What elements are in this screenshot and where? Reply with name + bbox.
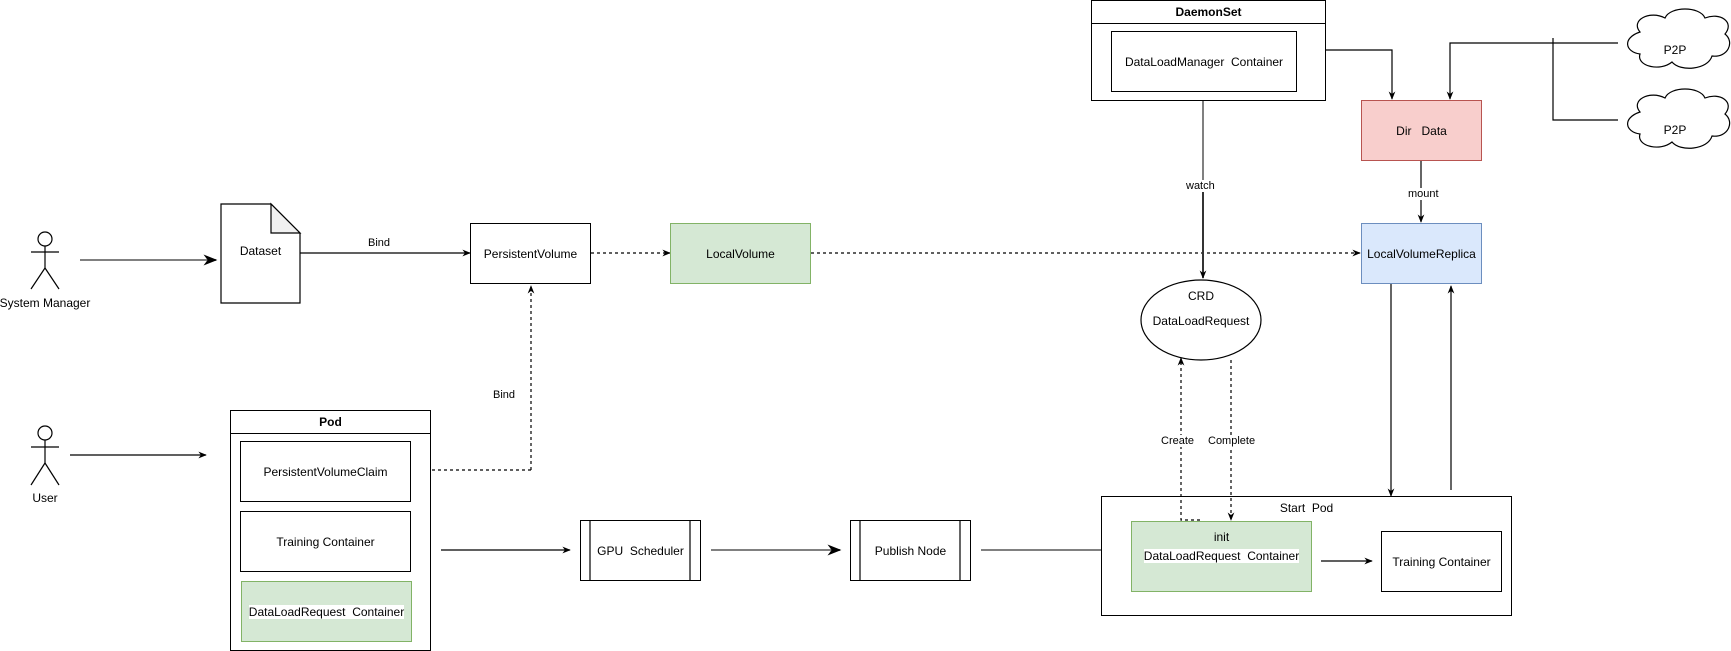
pod-training-container-label: Training Container <box>276 534 375 549</box>
bind-label-dataset-pv: Bind <box>368 237 391 249</box>
dataloadmanager-container-node[interactable]: DataLoadManager Container <box>1111 31 1297 92</box>
p2p-label-2: P2P <box>1663 123 1687 137</box>
watch-label: watch <box>1186 180 1215 192</box>
actor-system-manager-icon <box>30 231 60 290</box>
edge-daemonset-dirdata <box>1326 49 1396 100</box>
mount-label: mount <box>1408 188 1439 200</box>
pod-dataloadrequest-container-node[interactable]: DataLoadRequest Container <box>241 581 412 642</box>
pod-dataloadrequest-container-label: DataLoadRequest Container <box>248 604 405 619</box>
init-dataloadrequest-container-node[interactable]: init DataLoadRequest Container <box>1131 521 1312 592</box>
pod-container[interactable]: Pod PersistentVolumeClaim Training Conta… <box>230 410 431 651</box>
crd-name: DataLoadRequest <box>1152 314 1250 328</box>
local-volume-replica-node[interactable]: LocalVolumeReplica <box>1361 223 1482 284</box>
publish-node[interactable]: Publish Node <box>850 520 971 581</box>
dir-data-label: Dir Data <box>1396 123 1447 138</box>
persistent-volume-node[interactable]: PersistentVolume <box>470 223 591 284</box>
local-volume-replica-label: LocalVolumeReplica <box>1367 246 1476 261</box>
local-volume-label: LocalVolume <box>706 246 775 261</box>
crd-title: CRD <box>1188 289 1214 303</box>
start-pod-training-container-label: Training Container <box>1392 554 1491 569</box>
persistent-volume-label: PersistentVolume <box>483 246 578 261</box>
daemonset-title: DaemonSet <box>1092 1 1325 24</box>
pod-training-container-node[interactable]: Training Container <box>240 511 411 572</box>
start-pod-container[interactable]: Start Pod init DataLoadRequest Container… <box>1101 496 1512 616</box>
start-pod-title: Start Pod <box>1279 501 1334 515</box>
pvc-label: PersistentVolumeClaim <box>263 464 388 479</box>
p2p-label-1: P2P <box>1663 43 1687 57</box>
create-label: Create <box>1161 435 1195 447</box>
start-pod-training-container-node[interactable]: Training Container <box>1381 531 1502 592</box>
publish-node-label: Publish Node <box>874 543 947 558</box>
system-manager-label: System Manager <box>0 296 91 310</box>
local-volume-node[interactable]: LocalVolume <box>670 223 811 284</box>
pod-title: Pod <box>231 411 430 434</box>
daemonset-container[interactable]: DaemonSet DataLoadManager Container <box>1091 0 1326 101</box>
gpu-scheduler-label: GPU Scheduler <box>597 543 684 558</box>
complete-label: Complete <box>1208 435 1256 447</box>
init-label: init <box>1213 530 1230 544</box>
pvc-node[interactable]: PersistentVolumeClaim <box>240 441 411 502</box>
dataloadmanager-container-label: DataLoadManager Container <box>1124 54 1284 69</box>
edge-p2p2 <box>1552 38 1618 121</box>
gpu-scheduler-node[interactable]: GPU Scheduler <box>580 520 701 581</box>
init-container-label: DataLoadRequest Container <box>1143 549 1300 563</box>
bind-label-pvc-pv: Bind <box>493 389 516 401</box>
edge-p2p-dirdata <box>1446 42 1618 100</box>
user-label: User <box>32 491 58 505</box>
dataset-label: Dataset <box>239 244 282 258</box>
actor-user-icon <box>30 425 60 486</box>
dir-data-node[interactable]: Dir Data <box>1361 100 1482 161</box>
